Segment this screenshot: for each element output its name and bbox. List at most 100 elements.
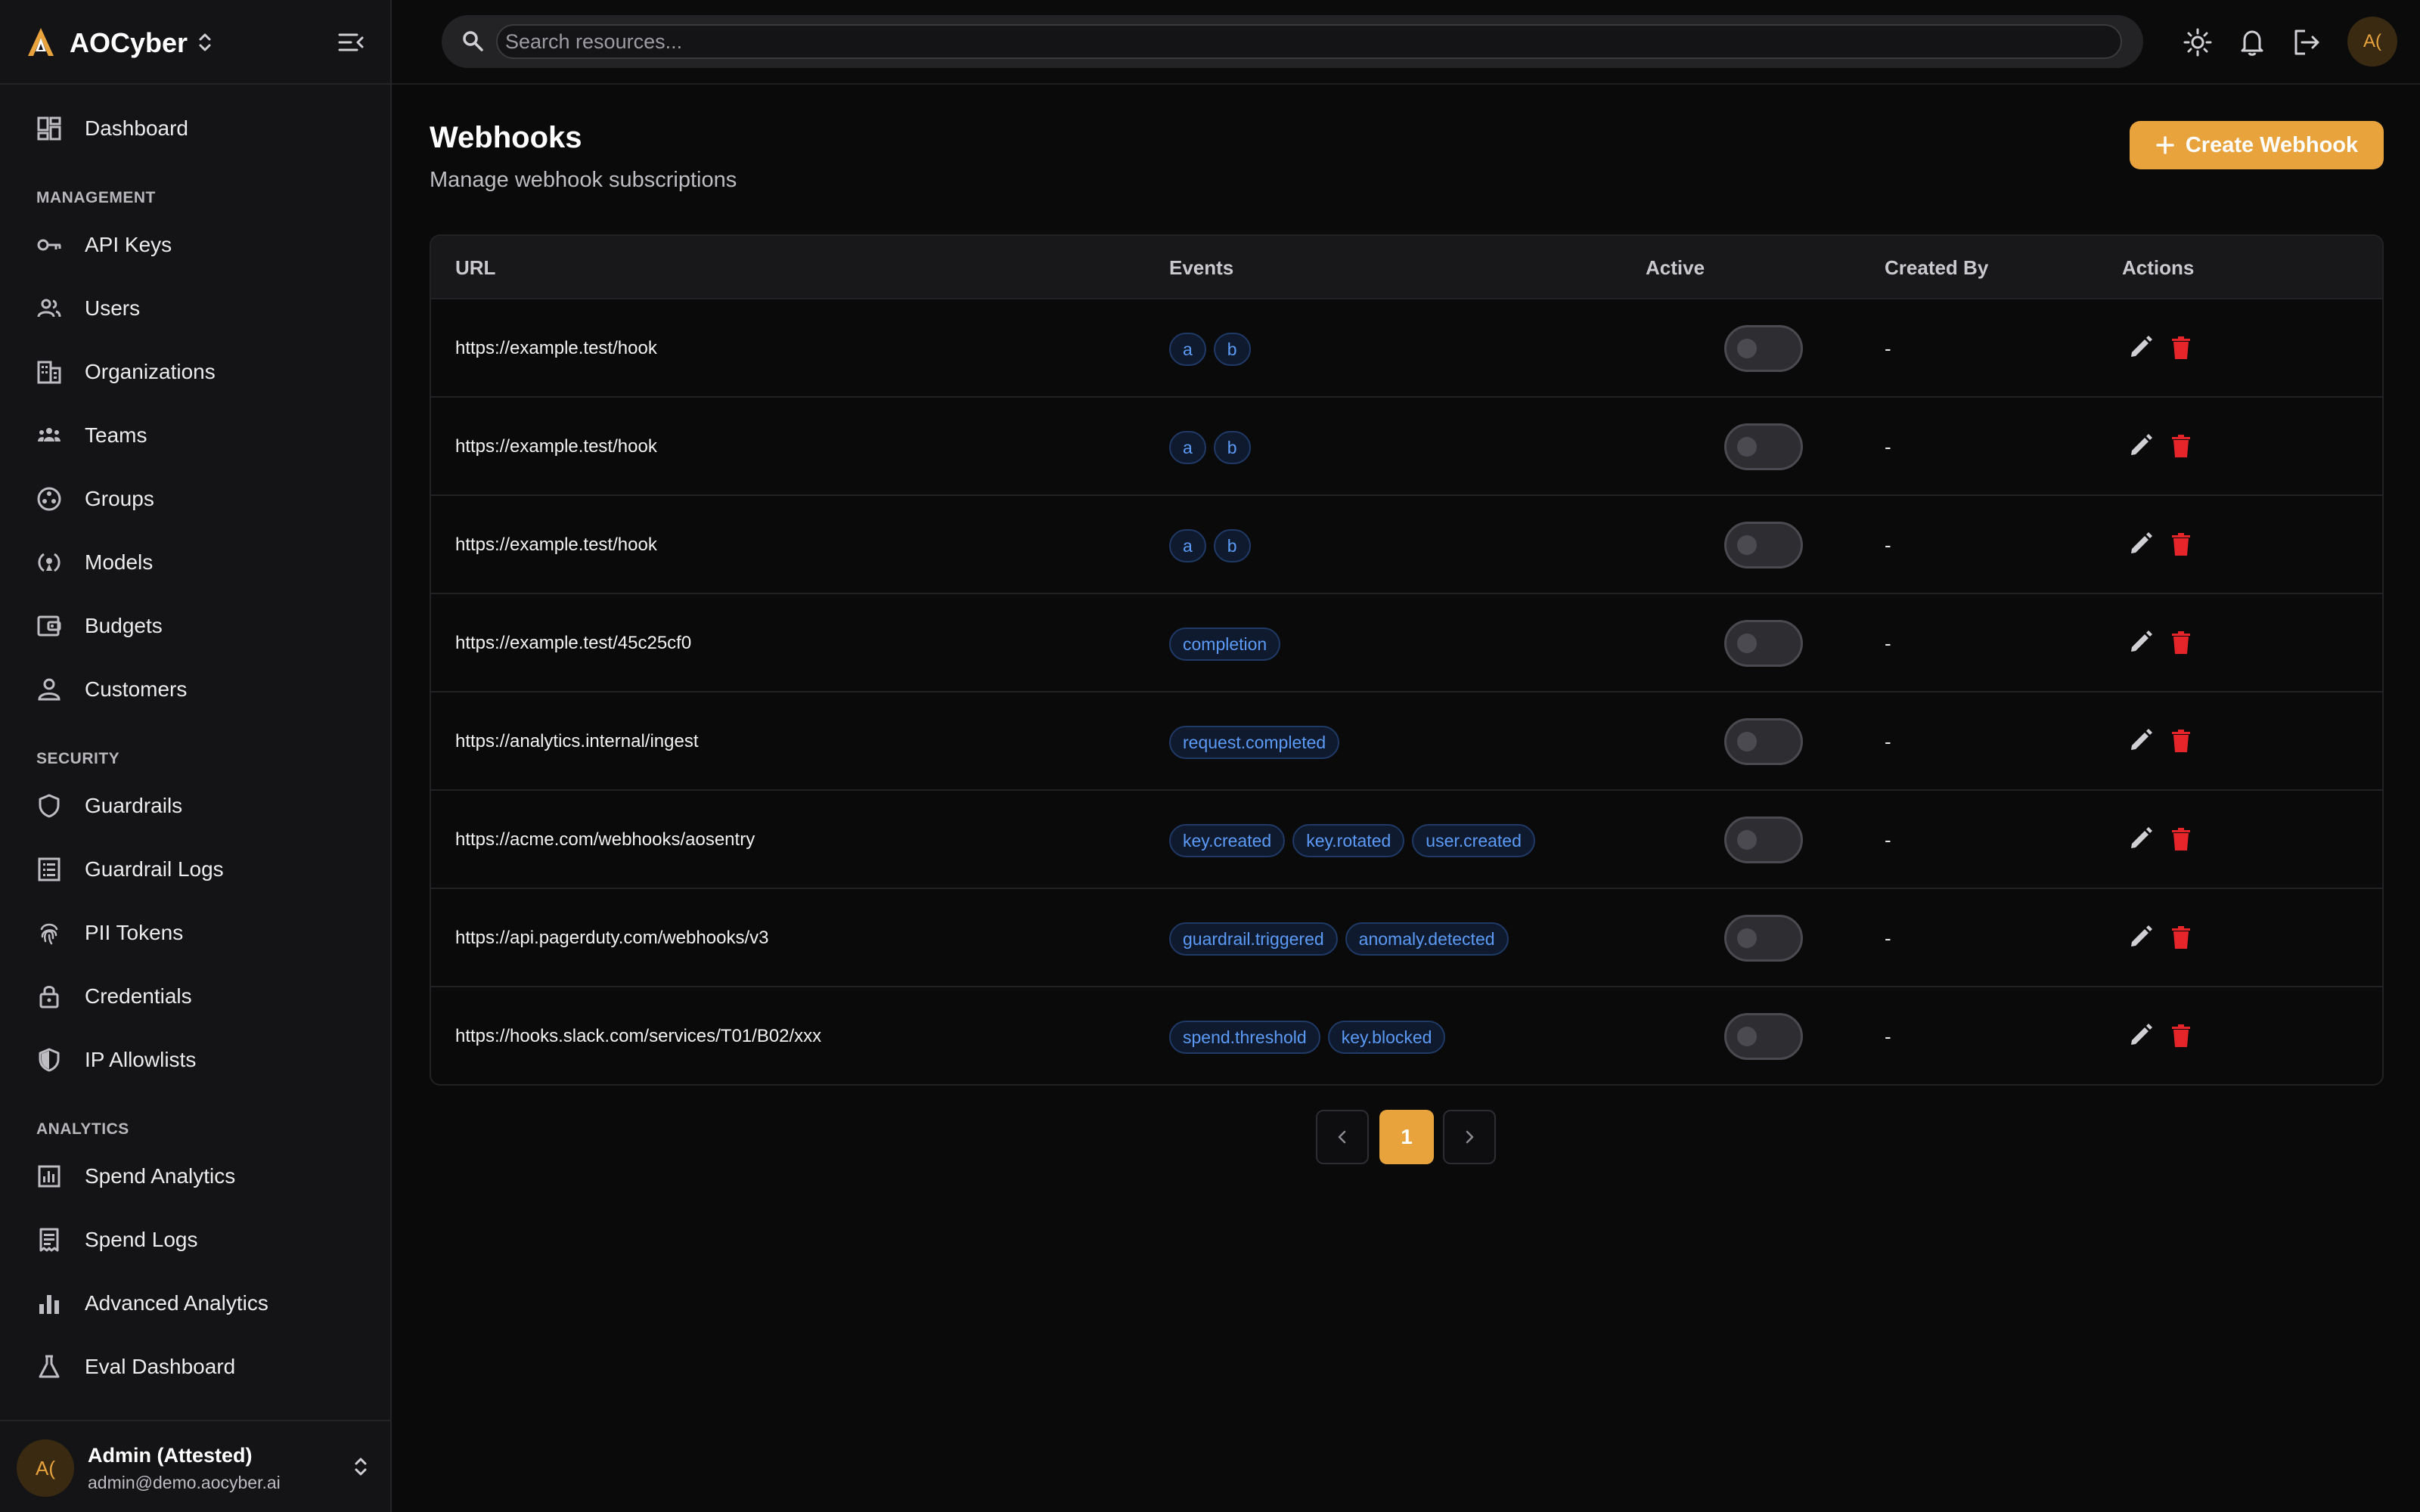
column-header-actions: Actions [2122,256,2195,279]
column-header-events: Events [1169,256,1234,279]
sidebar-item-label: IP Allowlists [85,1048,197,1071]
user-profile-menu[interactable]: A( Admin (Attested) admin@demo.aocyber.a… [0,1420,390,1512]
bar-chart-icon [36,1290,62,1316]
create-webhook-button[interactable]: Create Webhook [2130,121,2384,169]
sidebar-item-models[interactable]: Models [15,537,375,588]
edit-pencil-icon[interactable] [2127,432,2154,460]
top-bar: A( [392,0,2420,85]
chevron-up-down-icon[interactable] [351,1455,371,1479]
avatar: A( [17,1439,74,1497]
sidebar-item-users[interactable]: Users [15,283,375,334]
next-page-button[interactable] [1443,1110,1496,1164]
sidebar-item-organizations[interactable]: Organizations [15,346,375,398]
sidebar-item-ip-allowlists[interactable]: IP Allowlists [15,1034,375,1086]
active-toggle[interactable] [1724,522,1803,569]
sidebar-item-customers[interactable]: Customers [15,664,375,715]
edit-pencil-icon[interactable] [2127,924,2154,951]
delete-trash-icon[interactable] [2167,629,2195,656]
sidebar-item-teams[interactable]: Teams [15,410,375,461]
chevron-up-down-icon[interactable] [195,30,215,54]
webhook-url: https://example.test/hook [455,534,657,555]
event-badge: anomaly.detected [1345,922,1509,956]
search-icon [461,29,484,52]
sidebar-item-pii-tokens[interactable]: PII Tokens [15,907,375,959]
dashboard-icon [36,116,62,141]
sidebar-item-label: Organizations [85,360,216,383]
webhook-url: https://example.test/hook [455,436,657,457]
created-by: - [1885,534,1891,556]
edit-pencil-icon[interactable] [2127,629,2154,656]
toggle-knob [1737,830,1757,850]
sidebar-item-guardrails[interactable]: Guardrails [15,780,375,832]
theme-toggle-sun-icon[interactable] [2183,27,2213,57]
search-bar [442,15,2143,68]
active-toggle[interactable] [1724,816,1803,863]
logout-icon[interactable] [2291,27,2322,57]
avatar[interactable]: A( [2347,17,2397,67]
models-icon [36,550,62,575]
created-by: - [1885,730,1891,753]
sidebar-item-advanced-analytics[interactable]: Advanced Analytics [15,1278,375,1329]
active-toggle[interactable] [1724,423,1803,470]
delete-trash-icon[interactable] [2167,1022,2195,1049]
edit-pencil-icon[interactable] [2127,334,2154,361]
delete-trash-icon[interactable] [2167,826,2195,853]
delete-trash-icon[interactable] [2167,432,2195,460]
edit-pencil-icon[interactable] [2127,531,2154,558]
active-toggle[interactable] [1724,718,1803,765]
delete-trash-icon[interactable] [2167,727,2195,754]
sidebar-item-api-keys[interactable]: API Keys [15,219,375,271]
sidebar-item-budgets[interactable]: Budgets [15,600,375,652]
active-toggle[interactable] [1724,915,1803,962]
active-toggle[interactable] [1724,1013,1803,1060]
table-row: https://analytics.internal/ingest reques… [431,692,2382,791]
edit-pencil-icon[interactable] [2127,727,2154,754]
app-name: AOCyber [70,27,188,58]
brand-header: AOCyber [0,0,390,85]
section-label-management: MANAGEMENT [36,189,156,206]
page-1-button[interactable]: 1 [1379,1110,1434,1164]
sidebar-item-dashboard[interactable]: Dashboard [15,103,375,154]
sidebar-item-credentials[interactable]: Credentials [15,971,375,1022]
event-badge: request.completed [1169,726,1340,759]
event-badges: completion [1169,627,1281,661]
sidebar-item-label: Budgets [85,614,163,637]
sidebar-item-groups[interactable]: Groups [15,473,375,525]
previous-page-button[interactable] [1316,1110,1369,1164]
notification-bell-icon[interactable] [2238,27,2266,57]
created-by: - [1885,337,1891,360]
table-row: https://example.test/hook a b - [431,398,2382,496]
delete-trash-icon[interactable] [2167,531,2195,558]
table-header: URL Events Active Created By Actions [431,236,2382,299]
flask-icon [36,1354,62,1380]
edit-pencil-icon[interactable] [2127,826,2154,853]
event-badge: guardrail.triggered [1169,922,1338,956]
collapse-sidebar-icon[interactable] [337,30,365,54]
event-badge: key.rotated [1292,824,1405,857]
edit-pencil-icon[interactable] [2127,1022,2154,1049]
sidebar-item-label: Customers [85,677,188,701]
toggle-knob [1737,535,1757,555]
event-badge: completion [1169,627,1281,661]
sidebar-item-label: Spend Logs [85,1228,198,1251]
event-badge: b [1213,333,1251,366]
list-log-icon [36,857,62,882]
active-toggle[interactable] [1724,325,1803,372]
fingerprint-icon [36,920,62,946]
delete-trash-icon[interactable] [2167,334,2195,361]
table-row: https://hooks.slack.com/services/T01/B02… [431,987,2382,1084]
active-toggle[interactable] [1724,620,1803,667]
sidebar-item-spend-analytics[interactable]: Spend Analytics [15,1151,375,1202]
sidebar-item-guardrail-logs[interactable]: Guardrail Logs [15,844,375,895]
webhook-url: https://analytics.internal/ingest [455,731,699,751]
toggle-knob [1737,732,1757,751]
delete-trash-icon[interactable] [2167,924,2195,951]
sidebar-item-spend-logs[interactable]: Spend Logs [15,1214,375,1266]
event-badges: key.created key.rotated user.created [1169,824,1535,857]
search-input[interactable] [496,24,2122,59]
event-badges: request.completed [1169,726,1340,759]
sidebar-item-label: Teams [85,423,147,447]
sidebar-item-eval-dashboard[interactable]: Eval Dashboard [15,1341,375,1393]
webhook-url: https://hooks.slack.com/services/T01/B02… [455,1026,822,1046]
page-subtitle: Manage webhook subscriptions [430,168,737,192]
